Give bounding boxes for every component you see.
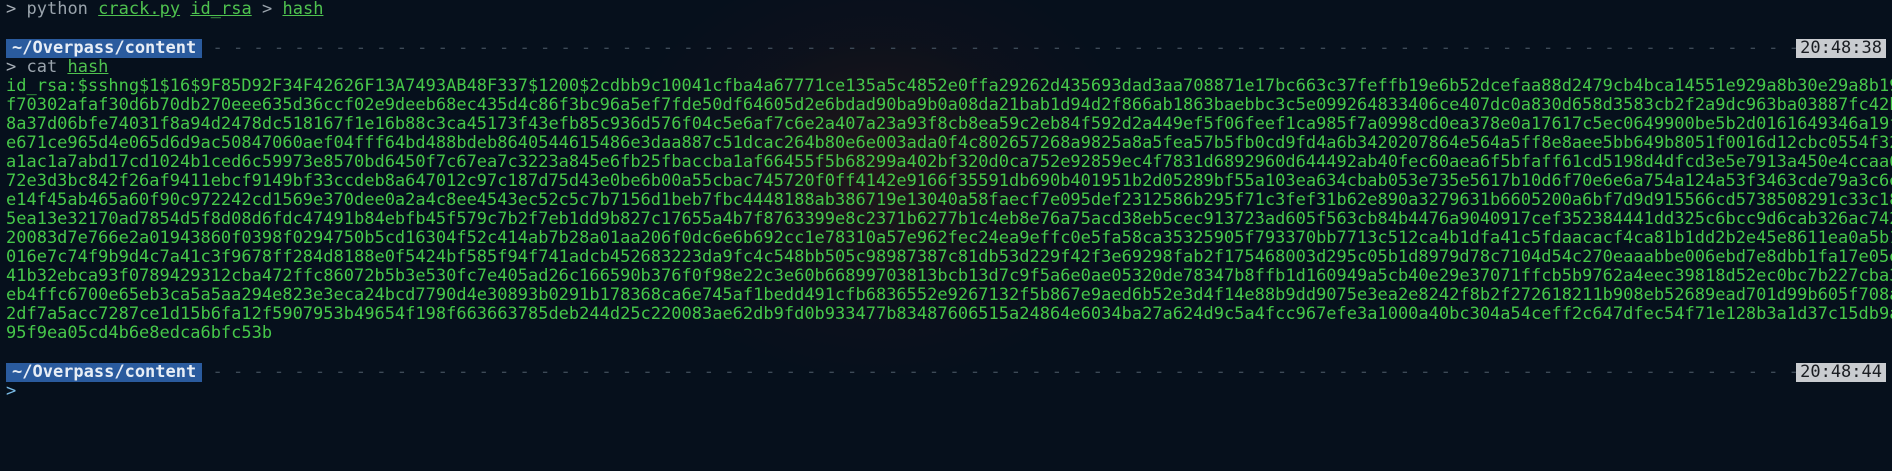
hash-line: 95f9ea05cd4b6e8edca6bfc53b xyxy=(6,323,273,343)
hash-line: eb4ffc6700e65eb3ca5a5aa294e823e3eca24bcd… xyxy=(6,285,1892,305)
hash-line: 72e3d3bc842f26af9411ebcf9149bf33ccdeb8a6… xyxy=(6,171,1892,191)
hash-line: id_rsa:$sshng$1$16$9F85D92F34F42626F13A7… xyxy=(6,76,1892,96)
cwd-path-badge: ~/Overpass/content xyxy=(6,362,203,382)
hash-line: e14f45ab465a60f90c972242cd1569e370dee0a2… xyxy=(6,190,1892,210)
command-arg[interactable]: hash xyxy=(67,57,108,77)
terminal-window[interactable]: > python crack.py id_rsa > hash ~/Overpa… xyxy=(0,0,1892,401)
hash-line: 41b32ebca93f0789429312cba472ffc86072b5b3… xyxy=(6,266,1892,286)
time-badge: 20:48:44 xyxy=(1796,362,1886,382)
prompt-status-bar-2: ~/Overpass/content - - - - - - - - - - -… xyxy=(6,362,1886,382)
hash-line: 5ea13e32170ad7854d5f8d08d6fdc47491b84ebf… xyxy=(6,209,1892,229)
hash-line: e671ce965d4e065d6d9ac50847060aef04fff64b… xyxy=(6,133,1892,153)
command-line-1: > python crack.py id_rsa > hash xyxy=(6,0,1886,19)
hash-line: 016e7c74f9b9d4c7a41c3f9678ff284d8188e0f5… xyxy=(6,247,1892,267)
hash-line: 8a37d06bfe74031f8a94d2478dc518167f1e16b8… xyxy=(6,114,1892,134)
command-program: python xyxy=(26,0,88,19)
hash-line: a1ac1a7abd17cd1024b1ced6c59973e8570bd645… xyxy=(6,152,1892,172)
separator-dashes: - - - - - - - - - - - - - - - - - - - - … xyxy=(212,362,1796,382)
hash-output: id_rsa:$sshng$1$16$9F85D92F34F42626F13A7… xyxy=(6,76,1892,343)
prompt-status-bar-1: ~/Overpass/content - - - - - - - - - - -… xyxy=(6,38,1886,58)
command-output-arg[interactable]: hash xyxy=(282,0,323,19)
prompt-symbol: > xyxy=(6,57,17,77)
separator-dashes: - - - - - - - - - - - - - - - - - - - - … xyxy=(212,38,1796,58)
time-badge: 20:48:38 xyxy=(1796,38,1886,58)
command-script-arg[interactable]: crack.py xyxy=(98,0,180,19)
prompt-cursor: > xyxy=(6,381,17,401)
active-prompt-line[interactable]: > xyxy=(6,382,1886,401)
prompt-symbol: > xyxy=(6,0,17,19)
command-program: cat xyxy=(26,57,58,77)
command-input-arg[interactable]: id_rsa xyxy=(190,0,251,19)
hash-line: f70302afaf30d6b70db270eee635d36ccf02e9de… xyxy=(6,95,1892,115)
cwd-path-badge: ~/Overpass/content xyxy=(6,38,203,58)
command-line-2: > cat hash xyxy=(6,58,1886,77)
hash-line: 2df7a5acc7287ce1d15b6fa12f5907953b49654f… xyxy=(6,304,1892,324)
hash-line: 20083d7e766e2a01943860f0398f0294750b5cd1… xyxy=(6,228,1892,248)
redirect-operator: > xyxy=(261,0,273,19)
